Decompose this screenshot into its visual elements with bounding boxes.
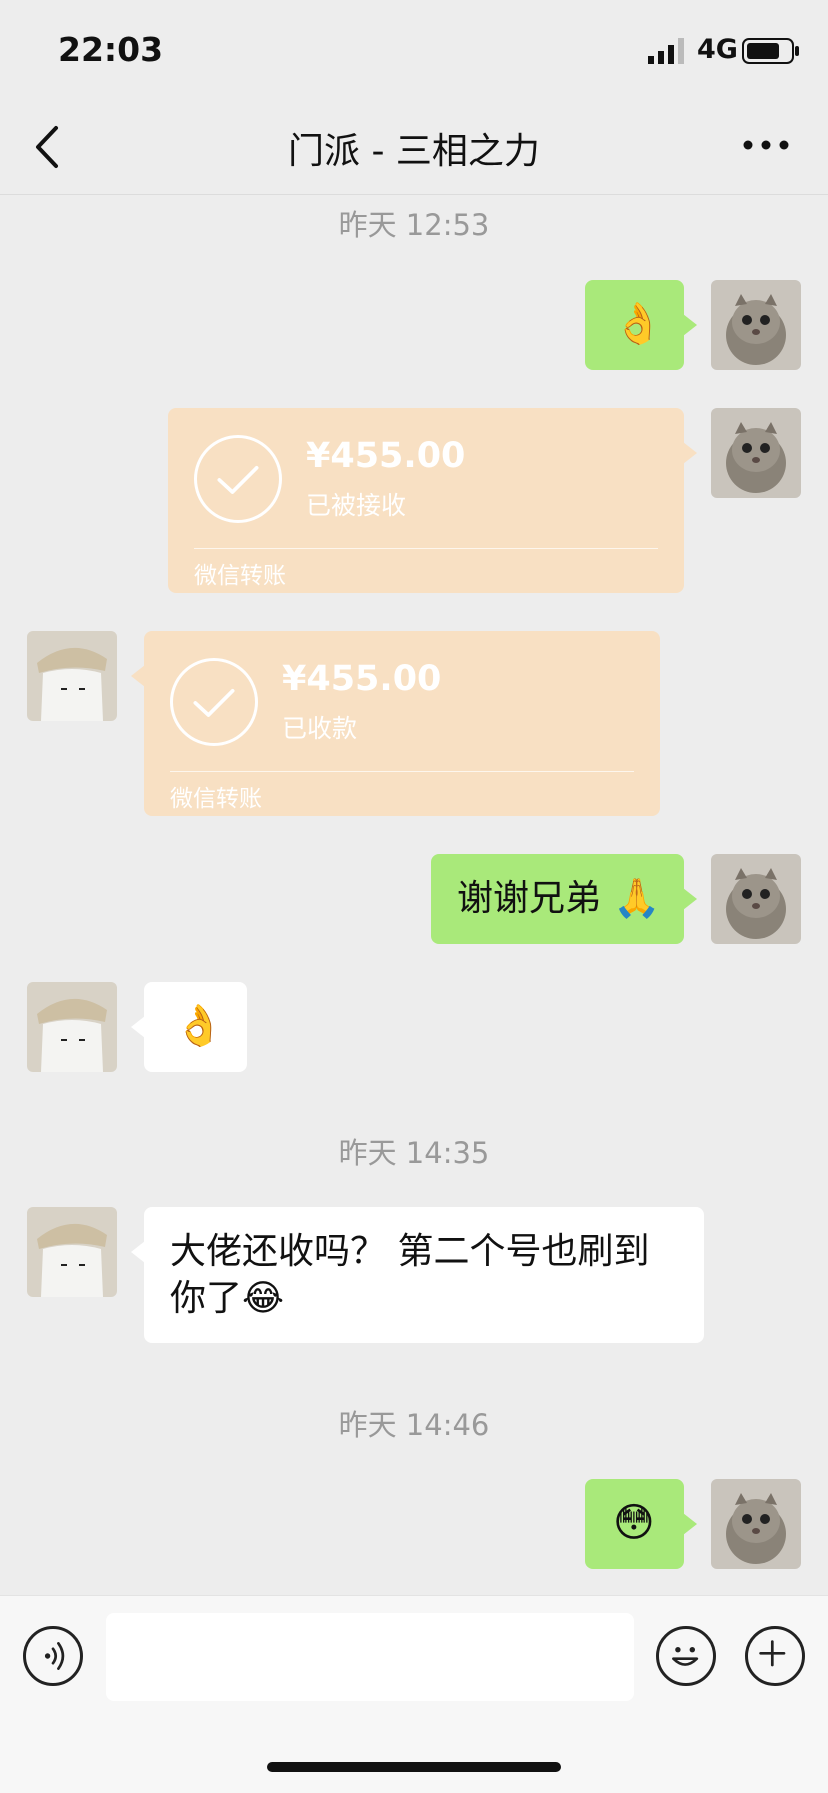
avatar[interactable] <box>711 1479 801 1569</box>
check-icon <box>194 435 282 523</box>
check-icon <box>170 658 258 746</box>
ghost-avatar-icon <box>27 1207 117 1297</box>
cat-avatar-icon <box>711 1479 801 1569</box>
avatar[interactable] <box>27 1207 117 1297</box>
chat-title: 门派 - 三相之力 <box>288 131 540 172</box>
transfer-amount: ¥455.00 <box>282 659 442 699</box>
divider <box>170 771 634 772</box>
voice-icon[interactable] <box>23 1626 83 1686</box>
network-label: 4G <box>697 34 738 65</box>
cat-avatar-icon <box>711 854 801 944</box>
divider <box>194 548 658 549</box>
ok-emoji: 👌 <box>174 1003 224 1049</box>
avatar[interactable] <box>711 408 801 498</box>
emoji-icon[interactable] <box>656 1626 716 1686</box>
message-bubble-sent[interactable]: 👌 <box>585 280 697 370</box>
transfer-card-received[interactable]: ¥455.00 已收款 微信转账 <box>131 631 660 816</box>
laugh-cry-emoji: 😂 <box>242 1278 285 1319</box>
ok-emoji: 👌 <box>613 301 663 347</box>
transfer-card-sent[interactable]: ¥455.00 已被接收 微信转账 <box>168 408 697 593</box>
avatar[interactable] <box>27 982 117 1072</box>
status-time: 22:03 <box>58 30 164 69</box>
message-text: 谢谢兄弟 <box>457 878 602 919</box>
message-bubble-sent[interactable]: 😳 <box>585 1479 697 1569</box>
timestamp: 昨天 14:46 <box>338 1408 490 1442</box>
avatar[interactable] <box>711 280 801 370</box>
message-text: 大佬还收吗？ 第二个号也刷到你了😂 <box>170 1228 680 1322</box>
ghost-avatar-icon <box>27 982 117 1072</box>
chat-header: 门派 - 三相之力 <box>0 100 828 195</box>
cat-avatar-icon <box>711 408 801 498</box>
status-bar: 22:03 4G <box>0 0 828 100</box>
transfer-amount: ¥455.00 <box>306 436 466 476</box>
cat-avatar-icon <box>711 280 801 370</box>
more-icon[interactable] <box>740 130 792 160</box>
ghost-avatar-icon <box>27 631 117 721</box>
flushed-emoji: 😳 <box>613 1500 655 1546</box>
message-bubble-sent[interactable]: 谢谢兄弟 🙏 <box>431 854 697 944</box>
message-bubble-received[interactable]: 👌 <box>131 982 247 1072</box>
timestamp: 昨天 14:35 <box>338 1136 490 1170</box>
battery-icon <box>742 38 799 64</box>
home-indicator <box>267 1762 561 1772</box>
transfer-status: 已被接收 <box>306 491 407 520</box>
avatar[interactable] <box>711 854 801 944</box>
transfer-label: 微信转账 <box>170 786 262 812</box>
transfer-status: 已收款 <box>282 714 358 743</box>
message-input[interactable] <box>106 1613 634 1701</box>
pray-emoji: 🙏 <box>613 876 661 920</box>
signal-icon <box>648 38 684 64</box>
plus-icon[interactable] <box>745 1626 805 1686</box>
transfer-label: 微信转账 <box>194 563 286 589</box>
avatar[interactable] <box>27 631 117 721</box>
message-bubble-received[interactable]: 大佬还收吗？ 第二个号也刷到你了😂 <box>131 1207 704 1343</box>
timestamp: 昨天 12:53 <box>338 208 490 242</box>
